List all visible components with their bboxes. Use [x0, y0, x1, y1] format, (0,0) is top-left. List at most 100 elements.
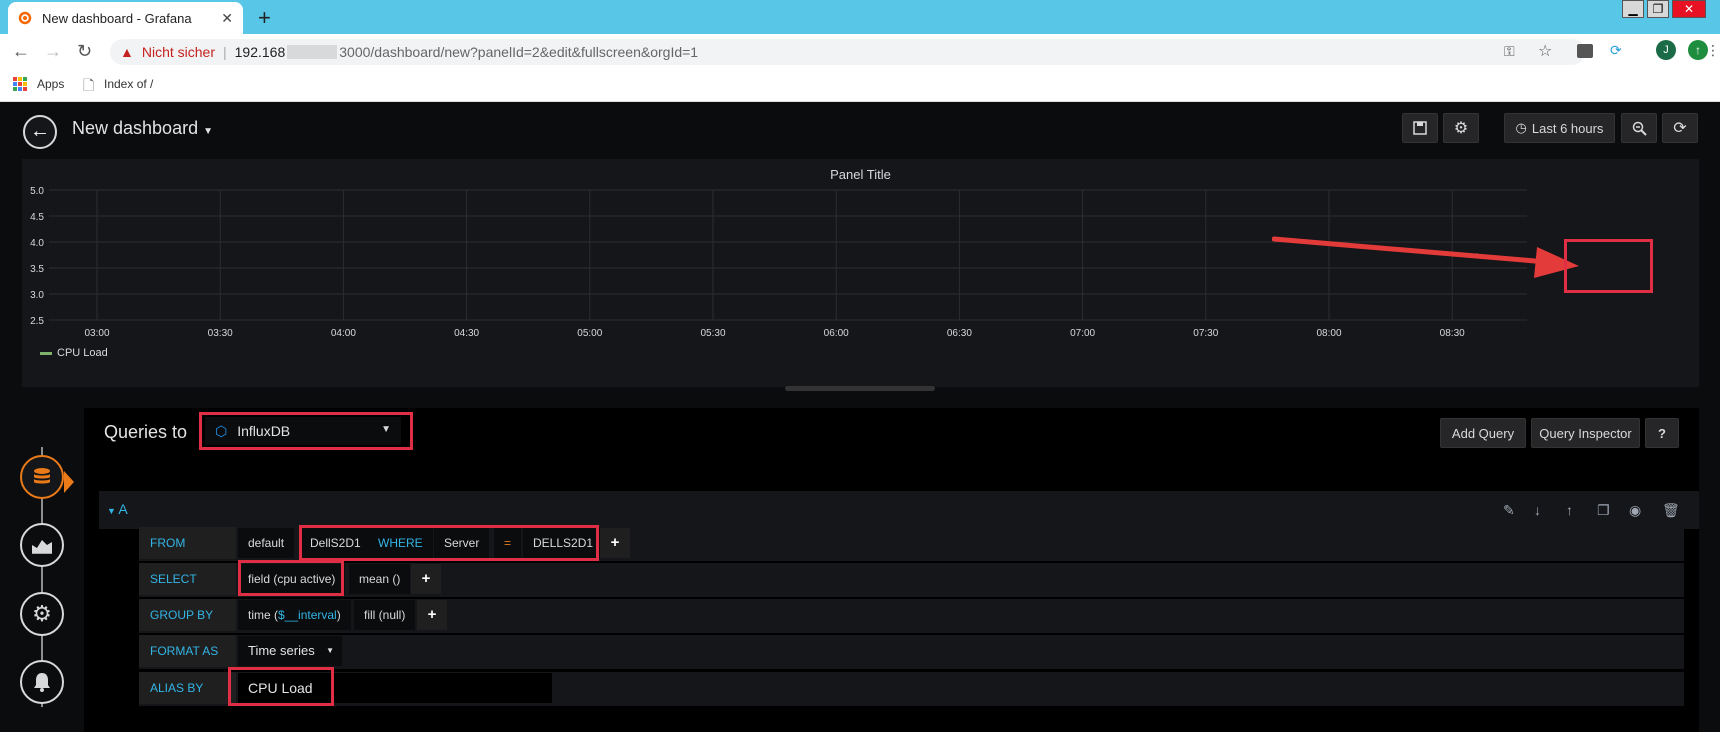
move-down-icon[interactable]: ↓ [1534, 502, 1541, 518]
aggregation-segment[interactable]: mean () [349, 564, 411, 594]
field-segment[interactable]: field (cpu active) [238, 564, 346, 594]
x-tick-label: 05:30 [700, 328, 725, 339]
clock-icon: ◷ [1515, 120, 1527, 135]
browser-tab-title: New dashboard - Grafana [42, 10, 192, 26]
legend-series-label: CPU Load [57, 347, 108, 359]
active-tab-pointer [64, 471, 74, 493]
restore-window-button[interactable]: ❐ [1647, 0, 1669, 18]
add-group-by-button[interactable]: + [417, 600, 447, 630]
query-alias-row: ALIAS BY CPU Load [139, 667, 1684, 706]
visualization-tab-button[interactable] [20, 523, 64, 567]
back-arrow-icon[interactable]: ← [12, 41, 30, 62]
delete-trash-icon[interactable]: 🗑 [1662, 502, 1680, 519]
browser-menu-icon[interactable]: ⋮ [1706, 42, 1720, 59]
tag-operator-segment[interactable]: = [494, 528, 522, 558]
x-tick-label: 06:00 [824, 328, 849, 339]
key-icon[interactable]: ⚿ [1504, 43, 1515, 60]
measurement-segment[interactable]: DellS2D1 [300, 528, 371, 558]
x-tick-label: 08:00 [1316, 328, 1341, 339]
y-tick-label: 3.0 [30, 290, 44, 301]
refresh-button[interactable]: ⟳ [1662, 113, 1698, 143]
browser-tab-bar: New dashboard - Grafana ✕ + ▁ ❐ ✕ [0, 0, 1720, 34]
general-settings-tab-button[interactable]: ⚙ [20, 592, 64, 636]
time-range-label: Last 6 hours [1531, 120, 1604, 136]
graph-legend[interactable]: CPU Load [40, 347, 108, 359]
query-collapse-toggle[interactable]: ▼ A [107, 501, 128, 517]
reload-icon[interactable]: ↻ [77, 41, 92, 62]
area-chart-icon [32, 540, 52, 554]
annotation-arrow [1272, 236, 1579, 278]
refresh-icon: ⟳ [1673, 120, 1687, 137]
new-tab-button[interactable]: + [258, 5, 271, 31]
retention-policy-segment[interactable]: default [238, 528, 295, 558]
help-button[interactable]: ? [1645, 418, 1679, 448]
toggle-visibility-eye-icon[interactable]: ◉ [1629, 502, 1641, 519]
query-row-header[interactable]: ▼ A ✎ ↓ ↑ ❐ ◉ 🗑 [99, 491, 1699, 529]
bookmark-star-icon[interactable]: ☆ [1538, 41, 1552, 61]
datasource-picker[interactable]: ⬡ InfluxDB ▼ [205, 417, 401, 445]
bookmark-apps[interactable]: Apps [37, 77, 64, 91]
url-host: 192.168 [234, 44, 286, 60]
extension-icon[interactable] [1577, 44, 1593, 58]
query-inspector-button[interactable]: Query Inspector [1531, 418, 1640, 448]
queries-tab-button[interactable] [20, 455, 64, 499]
profile-avatar[interactable]: J [1656, 40, 1676, 60]
time-prefix: time ( [248, 608, 278, 622]
close-window-button[interactable]: ✕ [1672, 0, 1706, 18]
time-suffix: ) [336, 608, 341, 622]
zoom-out-button[interactable] [1621, 113, 1657, 143]
url-path: 3000/dashboard/new?panelId=2&edit&fullsc… [339, 44, 699, 60]
alias-by-input[interactable]: CPU Load [238, 673, 552, 703]
y-tick-label: 4.5 [30, 212, 44, 223]
x-tick-label: 05:00 [577, 328, 602, 339]
edit-pencil-icon[interactable]: ✎ [1503, 502, 1515, 519]
security-warning-label[interactable]: Nicht sicher [142, 44, 215, 60]
tag-key-segment[interactable]: Server [434, 528, 490, 558]
group-by-time-segment[interactable]: time ($__interval) [238, 600, 351, 630]
alert-tab-button[interactable] [20, 660, 64, 704]
tab-close-icon[interactable]: ✕ [221, 10, 233, 27]
redacted-ip-block [287, 45, 338, 59]
bookmark-index-of[interactable]: Index of / [104, 77, 153, 91]
x-tick-label: 03:30 [208, 328, 233, 339]
add-where-condition-button[interactable]: + [600, 528, 630, 558]
caret-down-icon: ▼ [203, 126, 214, 137]
browser-tab[interactable]: New dashboard - Grafana ✕ [8, 2, 243, 34]
where-keyword: WHERE [368, 528, 433, 558]
datasource-name: InfluxDB [237, 423, 291, 439]
query-letter: A [118, 501, 128, 517]
legend-series-swatch [40, 351, 52, 355]
panel-resize-handle[interactable] [785, 386, 935, 391]
apps-grid-icon[interactable] [13, 77, 27, 91]
forward-arrow-icon[interactable]: → [44, 41, 62, 62]
add-query-button[interactable]: Add Query [1440, 418, 1526, 448]
database-icon [34, 468, 50, 484]
dashboard-title-picker[interactable]: New dashboard ▼ [72, 118, 213, 139]
query-format-row: FORMAT AS Time series ▼ [139, 635, 1684, 669]
tag-value-segment[interactable]: DELLS2D1 [523, 528, 604, 558]
alias-by-keyword: ALIAS BY [139, 672, 236, 704]
duplicate-icon[interactable]: ❐ [1597, 502, 1610, 519]
url-field[interactable]: ▲ Nicht sicher | 192.168 3000/dashboard/… [110, 39, 1585, 65]
add-select-part-button[interactable]: + [411, 564, 441, 594]
dashboard-settings-button[interactable]: ⚙ [1443, 113, 1479, 143]
x-tick-label: 03:00 [84, 328, 109, 339]
extension-sync-icon[interactable]: ⟳ [1610, 42, 1622, 59]
fill-segment[interactable]: fill (null) [354, 600, 416, 630]
x-tick-label: 04:00 [331, 328, 356, 339]
y-tick-label: 2.5 [30, 316, 44, 327]
time-picker-button[interactable]: ◷ Last 6 hours [1504, 113, 1615, 143]
x-tick-label: 07:30 [1193, 328, 1218, 339]
back-to-dashboard-button[interactable]: ← [23, 115, 57, 149]
save-dashboard-button[interactable] [1402, 113, 1438, 143]
save-icon [1413, 121, 1427, 135]
move-up-icon[interactable]: ↑ [1566, 502, 1573, 518]
format-as-select[interactable]: Time series ▼ [238, 636, 342, 666]
grafana-favicon-icon [18, 11, 32, 25]
y-tick-label: 3.5 [30, 264, 44, 275]
minimize-window-button[interactable]: ▁ [1622, 0, 1644, 18]
browser-address-bar: ← → ↻ ▲ Nicht sicher | 192.168 3000/dash… [0, 34, 1720, 68]
format-as-value: Time series [248, 643, 315, 658]
queries-heading: Queries to [104, 422, 188, 442]
update-arrow-icon[interactable]: ↑ [1688, 40, 1708, 60]
